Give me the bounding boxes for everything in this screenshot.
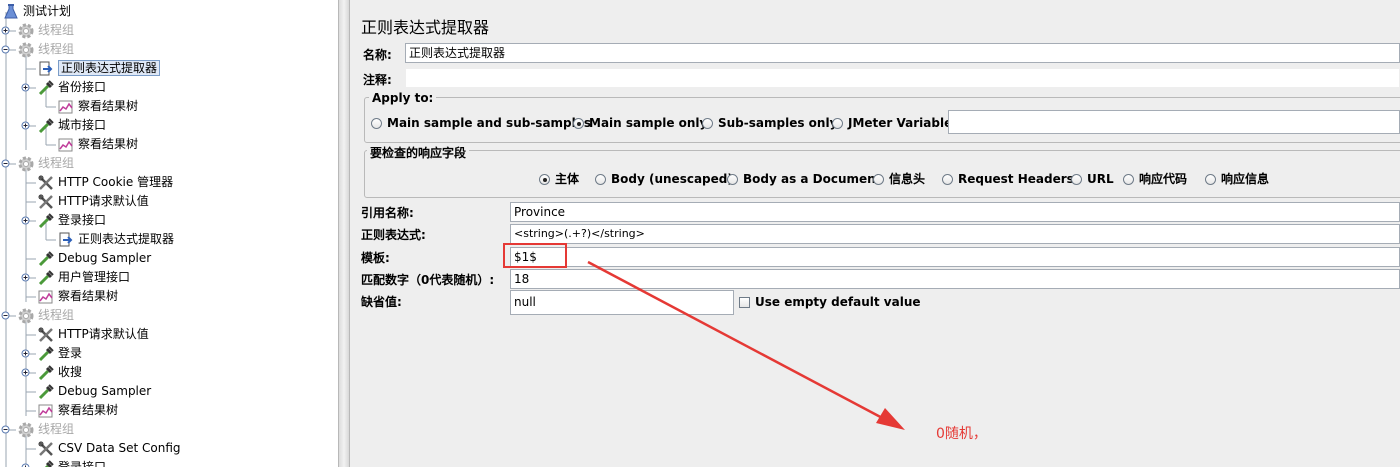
jmeter-window: 测试计划 线程组 线程组 正则表达式提取器 省份接口 察看结果树 城市接口 察看结果树 线程组 H… (0, 0, 1400, 467)
annotation-arrow (587, 260, 905, 430)
arrow-head (876, 408, 905, 430)
annotation-text: 0随机， (936, 426, 987, 442)
arrow-shaft (587, 260, 889, 423)
template-highlight-box (503, 243, 567, 268)
